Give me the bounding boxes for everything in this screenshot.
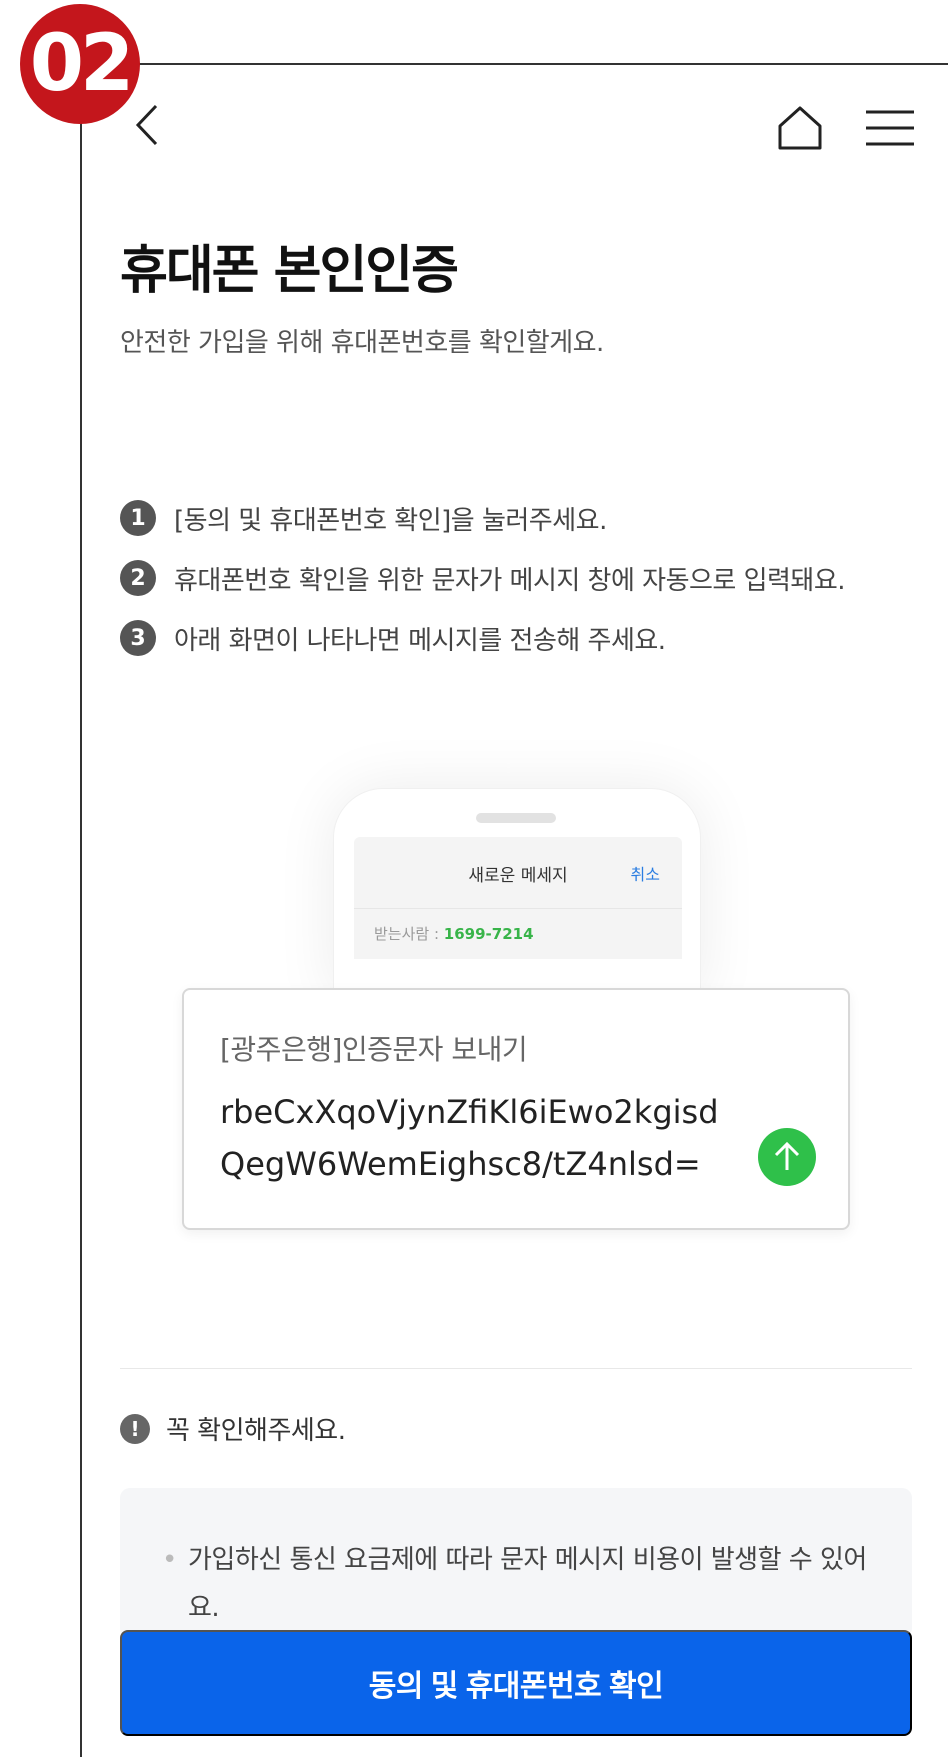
- instruction-steps: 1 [동의 및 휴대폰번호 확인]을 눌러주세요. 2 휴대폰번호 확인을 위한…: [120, 488, 920, 668]
- section-divider: [120, 1368, 912, 1369]
- phone-speaker: [476, 813, 556, 823]
- chevron-left-icon: [135, 104, 158, 146]
- step-number: 2: [120, 560, 156, 596]
- phone-message-header: 새로운 메세지 취소: [354, 837, 682, 909]
- home-icon: [778, 106, 822, 150]
- home-button[interactable]: [772, 100, 828, 156]
- exclamation-icon: !: [120, 1413, 150, 1444]
- step-text: [동의 및 휴대폰번호 확인]을 눌러주세요.: [174, 505, 607, 536]
- arrow-up-icon: [774, 1141, 800, 1170]
- instruction-step: 2 휴대폰번호 확인을 위한 문자가 메시지 창에 자동으로 입력돼요.: [120, 548, 920, 608]
- sms-auth-code: rbeCxXqoVjynZfiKl6iEwo2kgisdQegW6WemEigh…: [220, 1093, 719, 1183]
- notice-box: 가입하신 통신 요금제에 따라 문자 메시지 비용이 발생할 수 있어요.: [120, 1488, 912, 1638]
- notice-title: 꼭 확인해주세요.: [166, 1416, 346, 1446]
- recipient-label: 받는사람 :: [374, 925, 444, 943]
- sms-preview-box: [광주은행]인증문자 보내기 rbeCxXqoVjynZfiKl6iEwo2kg…: [182, 988, 850, 1230]
- phone-recipient: 받는사람 : 1699-7214: [374, 923, 534, 944]
- send-button-illustration: [758, 1128, 816, 1186]
- hamburger-menu-icon: [866, 110, 914, 146]
- step-number: 3: [120, 620, 156, 656]
- top-navigation-bar: [82, 80, 948, 170]
- page-subtitle: 안전한 가입을 위해 휴대폰번호를 확인할게요.: [120, 328, 604, 358]
- step-text: 휴대폰번호 확인을 위한 문자가 메시지 창에 자동으로 입력돼요.: [174, 565, 846, 596]
- step-number: 1: [120, 500, 156, 536]
- sms-label: [광주은행]인증문자 보내기: [220, 1033, 528, 1066]
- phone-illustration: 새로운 메세지 취소 받는사람 : 1699-7214: [333, 788, 701, 998]
- notice-header: ! 꼭 확인해주세요.: [120, 1410, 346, 1447]
- phone-screen: 새로운 메세지 취소 받는사람 : 1699-7214: [354, 837, 682, 997]
- step-number-badge: 02: [20, 4, 140, 124]
- menu-button[interactable]: [862, 100, 918, 156]
- phone-cancel-label: 취소: [630, 865, 660, 884]
- instruction-step: 3 아래 화면이 나타나면 메시지를 전송해 주세요.: [120, 608, 920, 668]
- instruction-step: 1 [동의 및 휴대폰번호 확인]을 눌러주세요.: [120, 488, 920, 548]
- page-title: 휴대폰 본인인증: [120, 241, 459, 301]
- frame-top-line: [80, 63, 948, 65]
- step-text: 아래 화면이 나타나면 메시지를 전송해 주세요.: [174, 625, 666, 656]
- recipient-number: 1699-7214: [443, 925, 534, 943]
- agree-and-verify-button[interactable]: 동의 및 휴대폰번호 확인: [120, 1630, 912, 1736]
- notice-item: 가입하신 통신 요금제에 따라 문자 메시지 비용이 발생할 수 있어요.: [162, 1536, 882, 1632]
- frame-left-line: [80, 63, 82, 1757]
